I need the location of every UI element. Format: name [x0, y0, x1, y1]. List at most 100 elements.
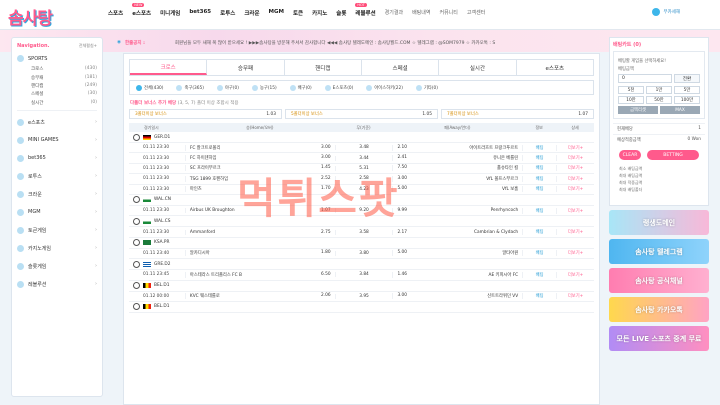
site-logo[interactable]: 솜사탕 — [8, 4, 53, 29]
nav-item[interactable]: 로투스 — [220, 9, 235, 17]
nav-item[interactable]: 스포츠 — [108, 9, 123, 17]
home-odds-button[interactable]: SC 프라이부르크 1.45 — [184, 165, 335, 172]
sidebar-item[interactable]: 슬롯게임 › — [12, 260, 102, 273]
draw-odds-button[interactable]: 3.80 — [334, 250, 393, 256]
home-odds-button[interactable]: KVC 웨스테를로 2.06 — [184, 293, 335, 300]
sport-filter[interactable]: 야구(0) — [216, 84, 239, 91]
draw-odds-button[interactable]: 3.48 — [334, 145, 393, 151]
nav-item[interactable]: HOT 레블루션 — [355, 3, 376, 17]
league-header[interactable]: BEL.D1 — [129, 281, 594, 292]
info-link[interactable]: 배팅 — [522, 175, 556, 182]
info-link[interactable]: 배팅 — [522, 207, 556, 214]
draw-odds-button[interactable]: 3.44 — [334, 155, 393, 161]
tab[interactable]: 실시간 — [439, 60, 517, 75]
ad-banner[interactable]: 솜사탕 카카오톡 — [609, 297, 709, 322]
more-link[interactable]: 더보기+ — [556, 207, 594, 214]
away-odds-button[interactable]: 7.50 홀슈타인 킬 — [392, 165, 522, 172]
sidebar-subitem[interactable]: 핸디캡 (249) — [12, 82, 102, 90]
draw-odds-button[interactable]: 2.58 — [334, 176, 393, 182]
league-header[interactable]: KSA.PR — [129, 238, 594, 249]
away-odds-button[interactable]: 2.41 유니온 베를린 — [392, 155, 522, 162]
tab[interactable]: e스포츠 — [517, 60, 593, 75]
info-link[interactable]: 배팅 — [522, 271, 556, 278]
draw-odds-button[interactable]: 5.31 — [334, 165, 393, 171]
more-link[interactable]: 더보기+ — [556, 144, 594, 151]
away-odds-button[interactable]: 5.00 알타아원 — [392, 250, 522, 257]
sport-filter[interactable]: E스포츠(0) — [324, 84, 353, 91]
more-link[interactable]: 더보기+ — [556, 229, 594, 236]
reset-amount-button[interactable]: 전환 — [674, 74, 700, 83]
nav-item[interactable]: 카지노 — [312, 9, 327, 17]
clear-button[interactable]: CLEAR — [619, 150, 641, 160]
tab[interactable]: 크로스 — [130, 60, 208, 75]
nav-item[interactable]: 경기결과 — [385, 9, 403, 17]
nav-item[interactable]: 배팅내역 — [412, 9, 430, 17]
away-odds-button[interactable]: 3.00 신트트라위던 VV — [392, 293, 522, 300]
nav-item[interactable]: bet365 — [189, 9, 211, 17]
home-odds-button[interactable]: 아스테라스 트리폴리스 FC B 6.50 — [184, 271, 335, 278]
more-link[interactable]: 더보기+ — [556, 250, 594, 257]
league-header[interactable]: WAL.CS — [129, 216, 594, 228]
sidebar-subitem[interactable]: 크로스 (430) — [12, 65, 102, 73]
sport-filter[interactable]: 농구(15) — [251, 84, 277, 91]
league-header[interactable]: BEL.D1 — [129, 302, 594, 313]
sidebar-item[interactable]: 카지노게임 › — [12, 242, 102, 255]
sidebar-item[interactable]: bet365 › — [12, 152, 102, 165]
draw-odds-button[interactable]: 9.20 — [334, 208, 393, 214]
ad-banner[interactable]: 모든 LIVE 스포츠 중계 무료 — [609, 326, 709, 351]
draw-odds-button[interactable]: 3.84 — [334, 272, 393, 278]
tab[interactable]: 승무패 — [207, 60, 285, 75]
sidebar-subitem[interactable]: 실시간 (0) — [12, 99, 102, 107]
nav-item[interactable]: 슬롯 — [336, 9, 346, 17]
sidebar-item-sports[interactable]: SPORTS — [12, 52, 102, 65]
home-odds-button[interactable]: Ammanford 2.75 — [184, 229, 335, 235]
nav-item[interactable]: 커뮤니티 — [439, 9, 457, 17]
sidebar-item[interactable]: 레블루션 › — [12, 278, 102, 291]
home-odds-button[interactable]: FC 하이덴하임 3.00 — [184, 155, 335, 162]
sport-filter[interactable]: 축구(365) — [176, 84, 204, 91]
chip-button[interactable]: 10만 — [618, 96, 644, 104]
chip-button[interactable]: 100만 — [674, 96, 700, 104]
info-link[interactable]: 배팅 — [522, 293, 556, 300]
ad-banner[interactable]: 솜사탕 텔레그램 — [609, 239, 709, 264]
sidebar-item[interactable]: 로투스 › — [12, 170, 102, 183]
chip-button[interactable]: 5만 — [674, 86, 700, 94]
home-odds-button[interactable]: FC 잘크트로폴리 3.00 — [184, 144, 335, 151]
more-link[interactable]: 더보기+ — [556, 175, 594, 182]
home-odds-button[interactable]: TSG 1899 호펜하임 2.52 — [184, 175, 335, 182]
betting-button[interactable]: BETTING — [647, 150, 699, 160]
nav-item[interactable]: MGM — [269, 9, 284, 17]
amount-input[interactable]: 0 — [618, 74, 672, 83]
away-odds-button[interactable]: 2.10 아이트라흐트 프랑크푸르트 — [392, 144, 522, 151]
nav-item[interactable]: 토큰 — [293, 9, 303, 17]
info-link[interactable]: 배팅 — [522, 250, 556, 257]
home-odds-button[interactable]: 알카디시아 1.80 — [184, 250, 335, 257]
away-odds-button[interactable]: 3.00 VfL 볼프스부르크 — [392, 175, 522, 182]
tab[interactable]: 스페셜 — [362, 60, 440, 75]
sidebar-subitem[interactable]: 승무패 (181) — [12, 73, 102, 81]
nav-item[interactable]: NEW e스포츠 — [132, 3, 151, 17]
username[interactable]: 무카세해 — [663, 9, 680, 15]
nav-item[interactable]: 고객센터 — [467, 9, 485, 17]
more-link[interactable]: 더보기+ — [556, 186, 594, 193]
amount-action-button[interactable]: MAX — [660, 106, 700, 114]
draw-odds-button[interactable]: 3.58 — [334, 229, 393, 235]
ad-banner[interactable]: 솜사탕 공식채널 — [609, 268, 709, 293]
home-odds-button[interactable]: 마인츠 1.70 — [184, 186, 335, 193]
draw-odds-button[interactable]: 3.95 — [334, 293, 393, 299]
league-header[interactable]: WAL.CN — [129, 195, 594, 206]
expand-all-link[interactable]: 전체펼침+ — [79, 43, 97, 49]
sidebar-item[interactable]: 크라운 › — [12, 188, 102, 201]
draw-odds-button[interactable]: 4.23 — [334, 186, 393, 192]
away-odds-button[interactable]: 9.99 Penrhyncoch — [392, 208, 522, 214]
chip-button[interactable]: 50만 — [646, 96, 672, 104]
away-odds-button[interactable]: 5.00 VfL 보훔 — [392, 186, 522, 193]
sidebar-item[interactable]: 토큰게임 › — [12, 224, 102, 237]
nav-item[interactable]: 미니게임 — [160, 9, 180, 17]
chip-button[interactable]: 5천 — [618, 86, 644, 94]
sidebar-item[interactable]: MGM › — [12, 206, 102, 219]
info-link[interactable]: 배팅 — [522, 186, 556, 193]
chip-button[interactable]: 1만 — [646, 86, 672, 94]
sport-filter[interactable]: 배구(0) — [289, 84, 312, 91]
tab[interactable]: 핸디캡 — [285, 60, 362, 75]
